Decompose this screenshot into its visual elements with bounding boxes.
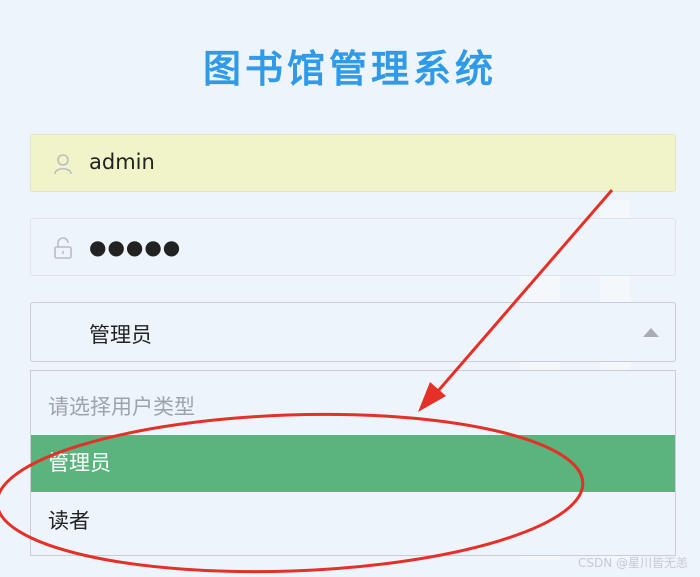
option-reader[interactable]: 读者 — [31, 493, 675, 549]
username-value: admin — [89, 150, 155, 174]
user-type-selected-value: 管理员 — [89, 323, 152, 347]
password-field[interactable]: ●●●●● — [30, 218, 676, 276]
user-type-dropdown: 请选择用户类型 管理员 读者 — [30, 370, 676, 556]
username-field[interactable]: admin — [30, 134, 676, 192]
watermark: CSDN @星川皆无恙 — [577, 556, 688, 570]
caret-up-icon[interactable] — [643, 328, 659, 337]
password-value: ●●●●● — [89, 235, 182, 259]
page-title: 图书馆管理系统 — [202, 47, 497, 91]
option-admin[interactable]: 管理员 — [31, 435, 675, 492]
option-placeholder[interactable]: 请选择用户类型 — [31, 379, 675, 435]
user-type-select[interactable]: 管理员 — [30, 302, 676, 362]
lock-icon — [53, 237, 73, 259]
user-icon — [53, 153, 73, 175]
